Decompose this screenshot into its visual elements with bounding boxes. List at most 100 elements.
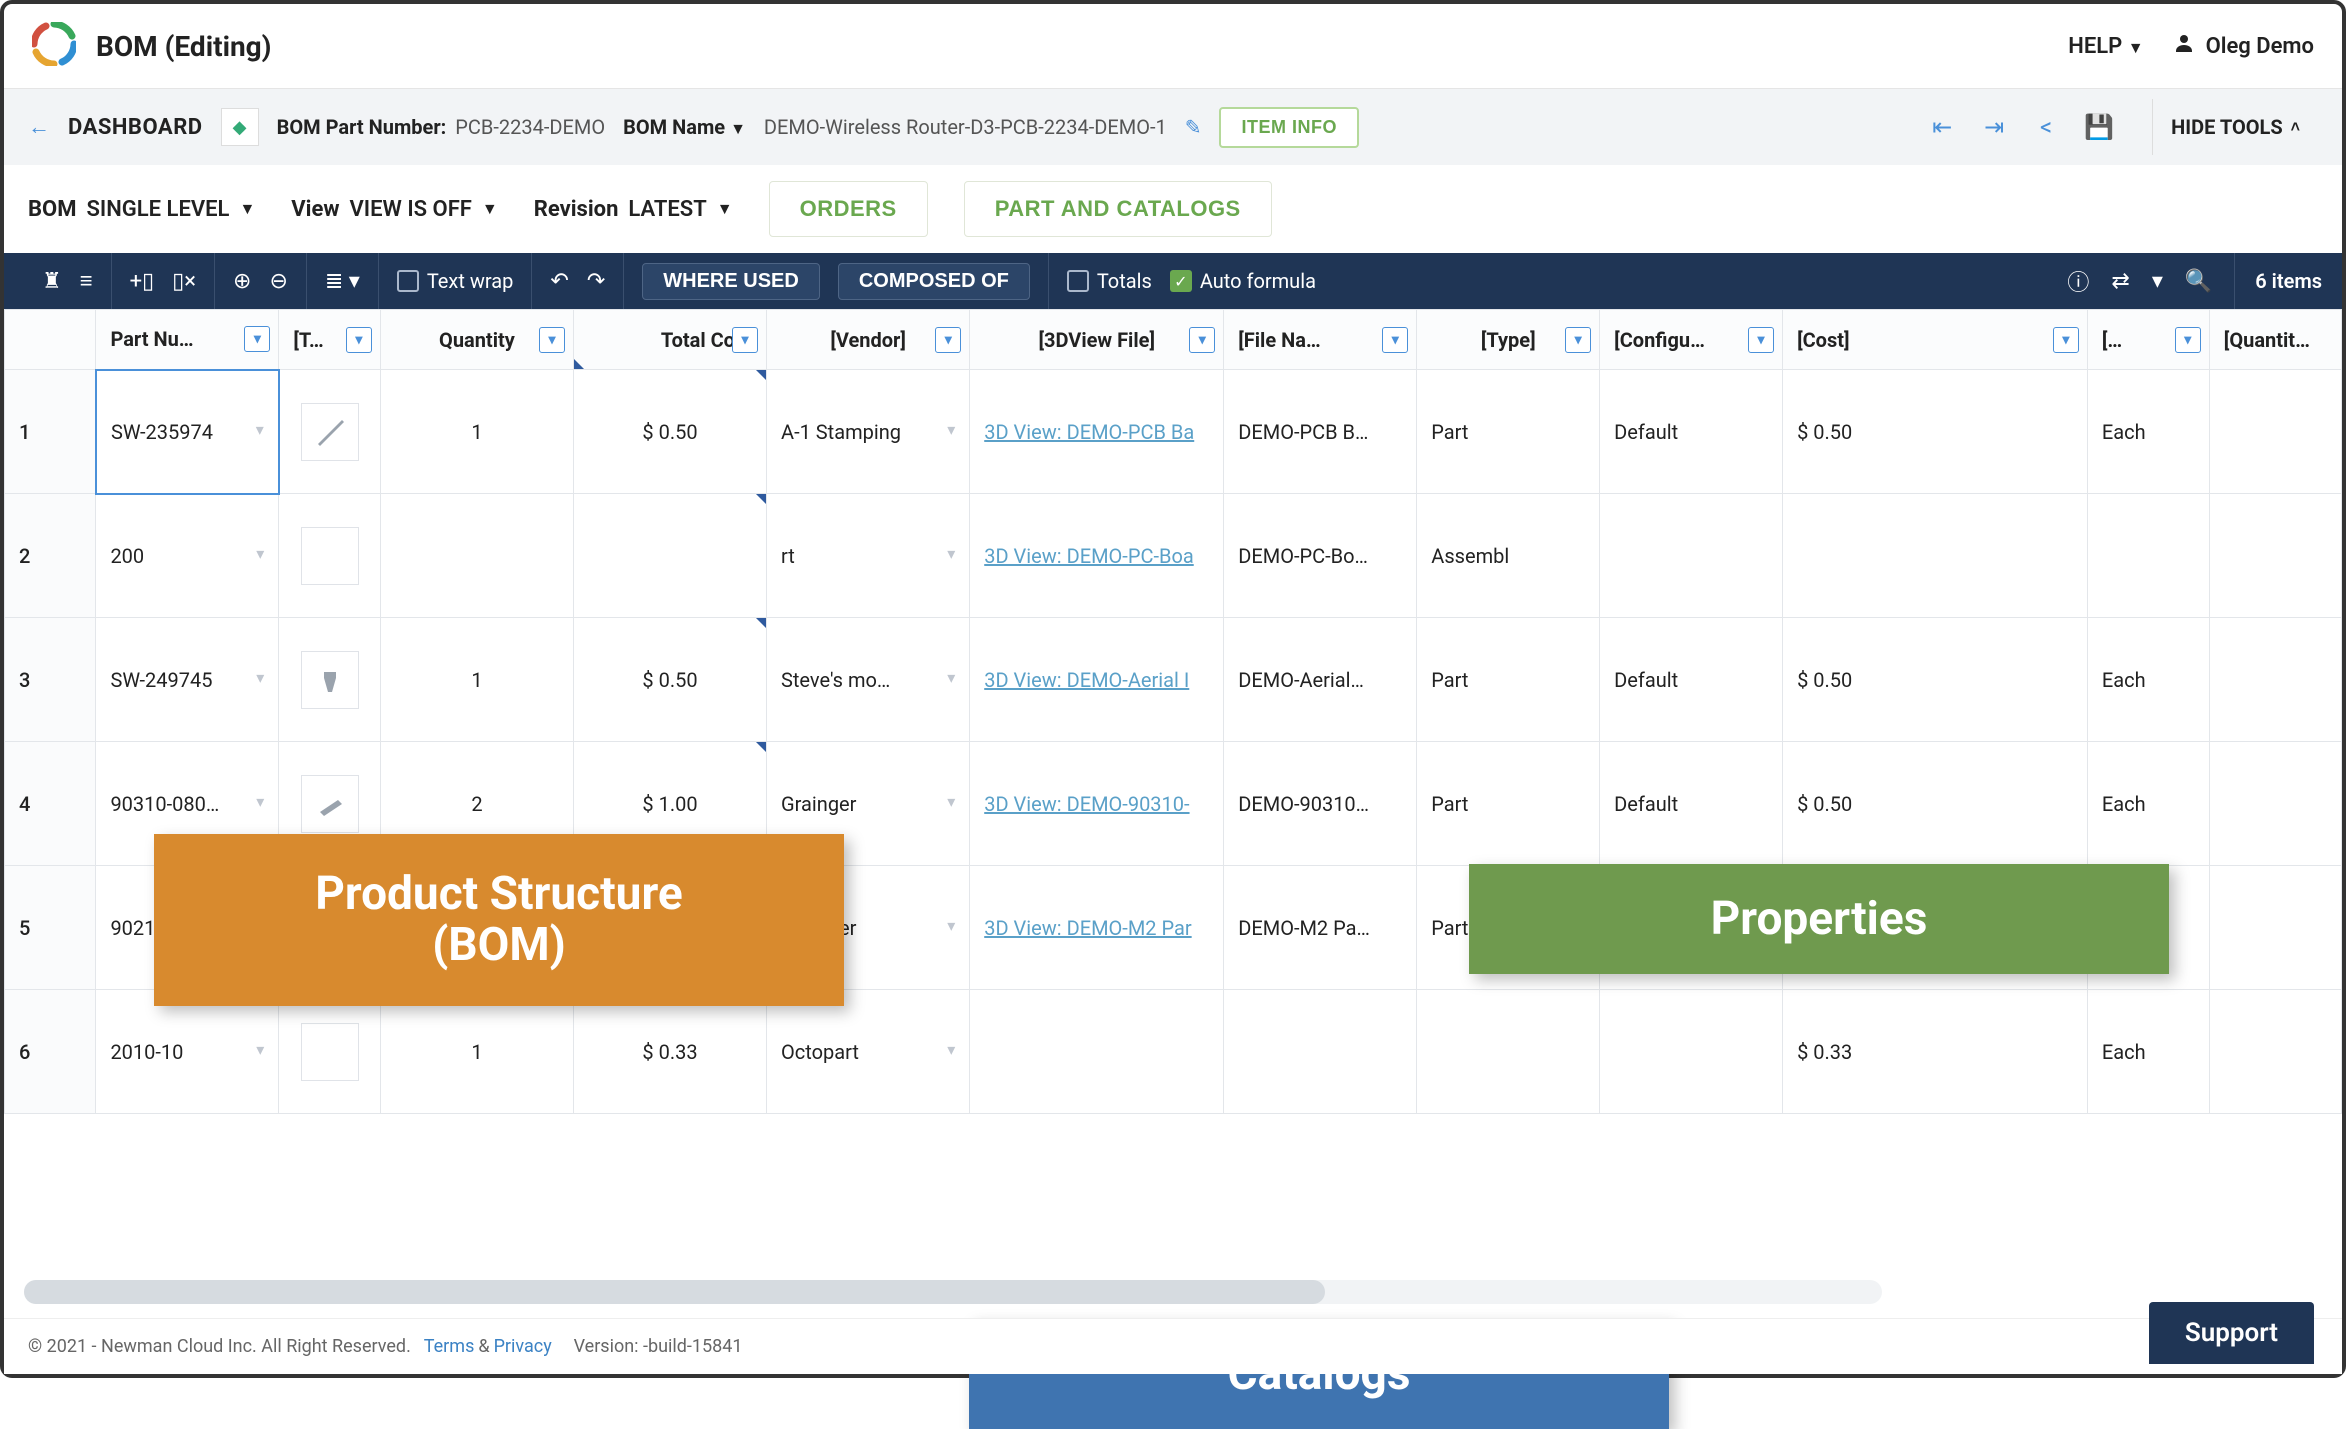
cell-type[interactable]: Assembl	[1417, 494, 1600, 618]
cell-vendor[interactable]: Steve's mo…▾	[767, 618, 970, 742]
cell-config[interactable]	[1600, 990, 1783, 1114]
cell-file-name[interactable]: DEMO-90310…	[1224, 742, 1417, 866]
col-cost[interactable]: [Cost]▾	[1783, 310, 2088, 370]
col-uom[interactable]: […▾	[2087, 310, 2209, 370]
cell-part-number[interactable]: 2010-10▾	[96, 990, 279, 1114]
3dview-link[interactable]: 3D View: DEMO-M2 Par	[984, 916, 1191, 940]
cell-filter-icon[interactable]: ▾	[256, 544, 264, 563]
cell-total-cost[interactable]	[573, 494, 766, 618]
bom-name-dropdown[interactable]: BOM Name ▼	[623, 115, 746, 139]
col-config[interactable]: [Configu…▾	[1600, 310, 1783, 370]
dashboard-link[interactable]: DASHBOARD	[68, 115, 203, 140]
filter-icon[interactable]: ▾	[539, 327, 565, 353]
table-row[interactable]: 3SW-249745▾1$ 0.50Steve's mo…▾3D View: D…	[5, 618, 2342, 742]
cell-filter-icon[interactable]: ▾	[256, 420, 264, 439]
cell-uom[interactable]: Each	[2087, 370, 2209, 494]
cell-config[interactable]	[1600, 494, 1783, 618]
filter-icon[interactable]: ▾	[2175, 327, 2201, 353]
col-vendor[interactable]: [Vendor]▾	[767, 310, 970, 370]
hide-tools-toggle[interactable]: HIDE TOOLS ˄	[2152, 99, 2318, 155]
cell-type[interactable]: Part	[1417, 742, 1600, 866]
totals-toggle[interactable]: Totals	[1067, 269, 1152, 293]
cell-type[interactable]: Part	[1417, 618, 1600, 742]
cell-vendor[interactable]: A-1 Stamping▾	[767, 370, 970, 494]
col-type[interactable]: [Type]▾	[1417, 310, 1600, 370]
privacy-link[interactable]: Privacy	[494, 1336, 552, 1357]
info-icon[interactable]: ⓘ	[2067, 265, 2089, 297]
remove-column-icon[interactable]: ▯×	[172, 269, 196, 294]
cell-3dview[interactable]: 3D View: DEMO-PCB Ba	[970, 370, 1224, 494]
cell-filter-icon[interactable]: ▾	[947, 1040, 955, 1059]
undo-icon[interactable]: ↶	[550, 269, 568, 294]
filter-icon[interactable]: ▾	[1565, 327, 1591, 353]
cell-qty2[interactable]	[2209, 866, 2341, 990]
cell-file-name[interactable]: DEMO-PC-Bo…	[1224, 494, 1417, 618]
cell-cost[interactable]: $ 0.50	[1783, 370, 2088, 494]
cell-filter-icon[interactable]: ▾	[947, 544, 955, 563]
cell-qty2[interactable]	[2209, 618, 2341, 742]
filter-icon[interactable]: ▾	[346, 327, 372, 353]
cell-uom[interactable]	[2087, 494, 2209, 618]
table-row[interactable]: 1SW-235974▾1$ 0.50A-1 Stamping▾3D View: …	[5, 370, 2342, 494]
cell-uom[interactable]: Each	[2087, 990, 2209, 1114]
row-number[interactable]: 4	[5, 742, 96, 866]
filter-icon[interactable]: ▾	[2053, 327, 2079, 353]
parts-catalogs-button[interactable]: PART AND CATALOGS	[964, 181, 1272, 237]
save-icon[interactable]: 💾	[2084, 113, 2112, 141]
filter-icon[interactable]: ▾	[244, 326, 270, 352]
3dview-link[interactable]: 3D View: DEMO-PC-Boa	[984, 544, 1194, 568]
bom-thumbnail[interactable]: ◆	[221, 108, 259, 146]
cell-3dview[interactable]: 3D View: DEMO-Aerial I	[970, 618, 1224, 742]
table-row[interactable]: 62010-10▾1$ 0.33Octopart▾$ 0.33Each	[5, 990, 2342, 1114]
col-quantity2[interactable]: [Quantit…	[2209, 310, 2341, 370]
scrollbar-thumb[interactable]	[24, 1280, 1325, 1304]
horizontal-scrollbar[interactable]	[24, 1280, 1882, 1304]
cell-filter-icon[interactable]: ▾	[947, 792, 955, 811]
filter-icon[interactable]: ▾	[1748, 327, 1774, 353]
cell-part-number[interactable]: SW-235974▾	[96, 370, 279, 494]
cell-quantity[interactable]: 1	[380, 990, 573, 1114]
cell-total-cost[interactable]: $ 0.50	[573, 370, 766, 494]
cell-total-cost[interactable]: $ 0.50	[573, 618, 766, 742]
cell-3dview[interactable]: 3D View: DEMO-PC-Boa	[970, 494, 1224, 618]
cell-filter-icon[interactable]: ▾	[256, 1040, 264, 1059]
cell-file-name[interactable]: DEMO-PCB B…	[1224, 370, 1417, 494]
cell-3dview[interactable]: 3D View: DEMO-M2 Par	[970, 866, 1224, 990]
row-number[interactable]: 1	[5, 370, 96, 494]
cell-cost[interactable]: $ 0.50	[1783, 742, 2088, 866]
cell-uom[interactable]: Each	[2087, 618, 2209, 742]
add-column-icon[interactable]: +▯	[130, 269, 155, 294]
terms-link[interactable]: Terms	[424, 1336, 475, 1357]
cell-quantity[interactable]: 1	[380, 618, 573, 742]
cell-file-name[interactable]	[1224, 990, 1417, 1114]
filter-icon[interactable]: ▾	[1382, 327, 1408, 353]
swap-icon[interactable]: ⇄	[2111, 269, 2129, 294]
back-arrow-icon[interactable]: ←	[28, 114, 50, 140]
cell-thumbnail[interactable]	[279, 990, 381, 1114]
col-file-name[interactable]: [File Na…▾	[1224, 310, 1417, 370]
cell-quantity[interactable]	[380, 494, 573, 618]
tree-icon[interactable]: ♜	[42, 269, 62, 294]
cell-qty2[interactable]	[2209, 990, 2341, 1114]
share-icon[interactable]: <	[2032, 113, 2060, 141]
filter-icon[interactable]: ▾	[935, 327, 961, 353]
cell-quantity[interactable]: 1	[380, 370, 573, 494]
help-menu[interactable]: HELP ▼	[2068, 34, 2143, 59]
3dview-link[interactable]: 3D View: DEMO-90310-	[984, 792, 1189, 816]
col-rownum[interactable]	[5, 310, 96, 370]
filter-icon[interactable]: ▾	[2152, 269, 2163, 294]
cell-qty2[interactable]	[2209, 370, 2341, 494]
cell-vendor[interactable]: rt▾	[767, 494, 970, 618]
text-wrap-toggle[interactable]: Text wrap	[397, 269, 514, 293]
item-info-button[interactable]: ITEM INFO	[1219, 107, 1359, 148]
row-number[interactable]: 2	[5, 494, 96, 618]
cell-3dview[interactable]: 3D View: DEMO-90310-	[970, 742, 1224, 866]
move-up-icon[interactable]: ⊕	[233, 269, 251, 294]
cell-3dview[interactable]	[970, 990, 1224, 1114]
redo-icon[interactable]: ↷	[587, 269, 605, 294]
cell-filter-icon[interactable]: ▾	[256, 792, 264, 811]
cell-config[interactable]: Default	[1600, 370, 1783, 494]
cell-thumbnail[interactable]	[279, 618, 381, 742]
cell-file-name[interactable]: DEMO-M2 Pa…	[1224, 866, 1417, 990]
row-number[interactable]: 3	[5, 618, 96, 742]
